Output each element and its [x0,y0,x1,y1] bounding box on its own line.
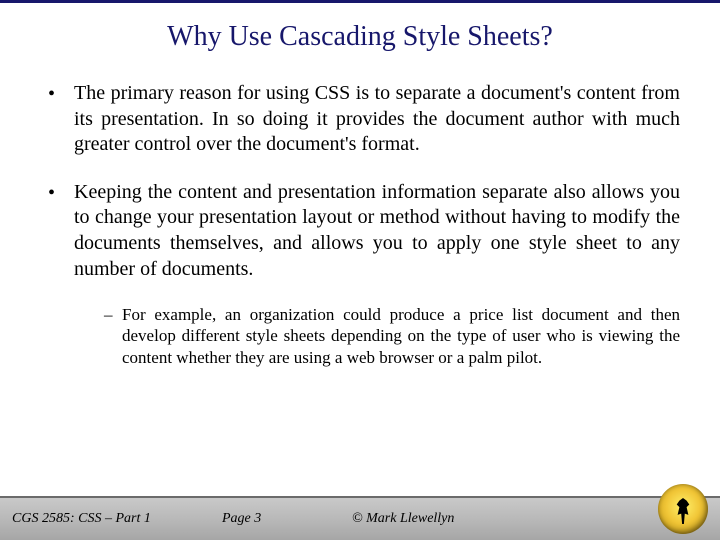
bullet-item: • The primary reason for using CSS is to… [48,81,680,158]
top-accent-line [0,0,720,3]
slide-title: Why Use Cascading Style Sheets? [0,21,720,53]
sub-bullet-marker: – [104,304,122,368]
bullet-text: Keeping the content and presentation inf… [74,180,680,282]
bullet-item: • Keeping the content and presentation i… [48,180,680,282]
sub-bullet-item: – For example, an organization could pro… [104,304,680,368]
sub-bullet-text: For example, an organization could produ… [122,304,680,368]
ucf-pegasus-logo-icon [658,484,708,534]
bullet-text: The primary reason for using CSS is to s… [74,81,680,158]
bullet-marker: • [48,81,74,158]
footer-page: Page 3 [222,511,352,527]
footer-copyright: © Mark Llewellyn [352,511,708,527]
footer-course: CGS 2585: CSS – Part 1 [12,511,222,527]
slide-footer: CGS 2585: CSS – Part 1 Page 3 © Mark Lle… [0,496,720,540]
bullet-marker: • [48,180,74,282]
slide-body: • The primary reason for using CSS is to… [0,81,720,368]
